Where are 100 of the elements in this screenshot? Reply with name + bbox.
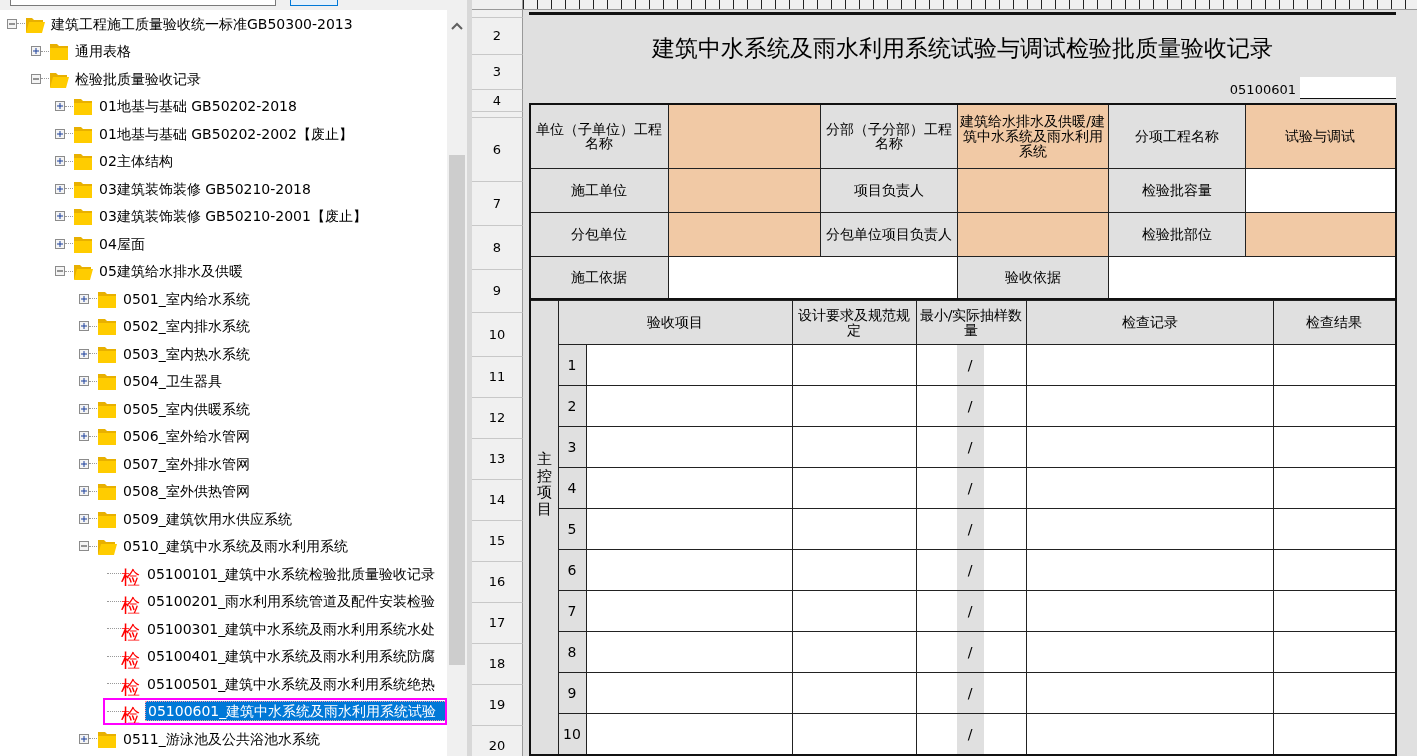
input-cell[interactable] bbox=[1273, 713, 1396, 755]
input-cell[interactable] bbox=[1026, 713, 1273, 755]
expand-icon[interactable] bbox=[79, 403, 89, 414]
collapse-icon[interactable] bbox=[79, 541, 89, 552]
input-cell[interactable] bbox=[586, 344, 792, 386]
collapse-icon[interactable] bbox=[7, 18, 17, 29]
input-cell[interactable] bbox=[1273, 344, 1396, 386]
tree-item[interactable]: 检验批质量验收记录 bbox=[73, 69, 203, 88]
input-cell[interactable] bbox=[586, 385, 792, 427]
expand-icon[interactable] bbox=[79, 733, 89, 744]
scrollbar[interactable] bbox=[447, 10, 467, 756]
tree-item[interactable]: 03建筑装饰装修 GB50210-2018 bbox=[97, 179, 313, 198]
tree-item[interactable]: 0504_卫生器具 bbox=[121, 372, 224, 391]
tree-item[interactable]: 01地基与基础 GB50202-2018 bbox=[97, 97, 299, 116]
input-cell[interactable] bbox=[668, 104, 820, 168]
tree-item[interactable]: 05100101_建筑中水系统检验批质量验收记录 bbox=[145, 564, 438, 583]
field-value[interactable]: 建筑给水排水及供暖/建筑中水系统及雨水利用系统 bbox=[957, 104, 1108, 168]
input-cell[interactable] bbox=[668, 212, 820, 256]
input-cell[interactable] bbox=[668, 256, 957, 299]
expand-icon[interactable] bbox=[55, 211, 65, 222]
tree-item[interactable]: 0510_建筑中水系统及雨水利用系统 bbox=[121, 537, 350, 556]
tree-item[interactable]: 0507_室外排水管网 bbox=[121, 454, 252, 473]
input-cell[interactable] bbox=[792, 385, 916, 427]
tree-item[interactable]: 05100601_建筑中水系统及雨水利用系统试验 bbox=[145, 701, 447, 722]
expand-icon[interactable] bbox=[55, 128, 65, 139]
tree-item[interactable]: 0501_室内给水系统 bbox=[121, 289, 252, 308]
tree-item[interactable]: 建筑工程施工质量验收统一标准GB50300-2013 bbox=[49, 14, 355, 33]
tree-item[interactable]: 03建筑装饰装修 GB50210-2001【废止】 bbox=[97, 207, 369, 226]
input-cell[interactable] bbox=[586, 590, 792, 632]
tree-item[interactable]: 0511_游泳池及公共浴池水系统 bbox=[121, 729, 322, 748]
code-field[interactable] bbox=[1300, 77, 1396, 99]
input-cell[interactable] bbox=[792, 467, 916, 509]
input-cell[interactable] bbox=[1026, 508, 1273, 550]
input-cell[interactable] bbox=[792, 672, 916, 714]
tree-item[interactable]: 通用表格 bbox=[73, 42, 133, 61]
input-cell[interactable] bbox=[1273, 672, 1396, 714]
expand-icon[interactable] bbox=[79, 458, 89, 469]
input-cell[interactable] bbox=[1026, 467, 1273, 509]
collapse-icon[interactable] bbox=[31, 73, 41, 84]
tree-item[interactable]: 05100201_雨水利用系统管道及配件安装检验 bbox=[145, 592, 438, 611]
input-cell[interactable] bbox=[1273, 385, 1396, 427]
input-cell[interactable] bbox=[586, 426, 792, 468]
expand-icon[interactable] bbox=[79, 293, 89, 304]
tree-item[interactable]: 0506_室外给水管网 bbox=[121, 427, 252, 446]
expand-icon[interactable] bbox=[55, 183, 65, 194]
search-button[interactable] bbox=[290, 0, 338, 6]
expand-icon[interactable] bbox=[55, 238, 65, 249]
input-cell[interactable] bbox=[1245, 212, 1396, 256]
input-cell[interactable] bbox=[792, 631, 916, 673]
input-cell[interactable] bbox=[586, 508, 792, 550]
input-cell[interactable] bbox=[1245, 168, 1396, 212]
expand-icon[interactable] bbox=[79, 321, 89, 332]
tree-item[interactable]: 01地基与基础 GB50202-2002【废止】 bbox=[97, 124, 355, 143]
tree-item[interactable]: 0505_室内供暖系统 bbox=[121, 399, 252, 418]
expand-icon[interactable] bbox=[79, 431, 89, 442]
input-cell[interactable] bbox=[1273, 508, 1396, 550]
field-value[interactable]: 试验与调试 bbox=[1245, 104, 1396, 168]
input-cell[interactable] bbox=[1273, 590, 1396, 632]
tree-item[interactable]: 0508_室外供热管网 bbox=[121, 482, 252, 501]
input-cell[interactable] bbox=[1108, 256, 1396, 299]
input-cell[interactable] bbox=[1273, 426, 1396, 468]
input-cell[interactable] bbox=[1026, 385, 1273, 427]
input-cell[interactable] bbox=[792, 590, 916, 632]
input-cell[interactable] bbox=[1026, 590, 1273, 632]
input-cell[interactable] bbox=[1026, 549, 1273, 591]
tree-item[interactable]: 05100301_建筑中水系统及雨水利用系统水处 bbox=[145, 619, 438, 638]
input-cell[interactable] bbox=[1026, 631, 1273, 673]
input-cell[interactable] bbox=[792, 508, 916, 550]
collapse-icon[interactable] bbox=[55, 266, 65, 277]
input-cell[interactable] bbox=[1273, 631, 1396, 673]
input-cell[interactable] bbox=[957, 212, 1108, 256]
tree-item[interactable]: 05100401_建筑中水系统及雨水利用系统防腐 bbox=[145, 647, 438, 666]
input-cell[interactable] bbox=[792, 713, 916, 755]
tree-item[interactable]: 04屋面 bbox=[97, 234, 147, 253]
input-cell[interactable] bbox=[586, 631, 792, 673]
expand-icon[interactable] bbox=[55, 156, 65, 167]
expand-icon[interactable] bbox=[79, 486, 89, 497]
input-cell[interactable] bbox=[792, 426, 916, 468]
input-cell[interactable] bbox=[668, 168, 820, 212]
input-cell[interactable] bbox=[586, 549, 792, 591]
tree-item[interactable]: 0503_室内热水系统 bbox=[121, 344, 252, 363]
input-cell[interactable] bbox=[792, 344, 916, 386]
input-cell[interactable] bbox=[1273, 467, 1396, 509]
input-cell[interactable] bbox=[957, 168, 1108, 212]
input-cell[interactable] bbox=[586, 713, 792, 755]
expand-icon[interactable] bbox=[31, 46, 41, 57]
input-cell[interactable] bbox=[586, 672, 792, 714]
expand-icon[interactable] bbox=[55, 101, 65, 112]
tree-item[interactable]: 02主体结构 bbox=[97, 152, 175, 171]
input-cell[interactable] bbox=[1273, 549, 1396, 591]
scroll-up-icon[interactable] bbox=[451, 22, 463, 30]
tree-item[interactable]: 0502_室内排水系统 bbox=[121, 317, 252, 336]
expand-icon[interactable] bbox=[79, 348, 89, 359]
input-cell[interactable] bbox=[586, 467, 792, 509]
input-cell[interactable] bbox=[1026, 672, 1273, 714]
search-field[interactable] bbox=[10, 0, 276, 6]
expand-icon[interactable] bbox=[79, 513, 89, 524]
tree-item[interactable]: 05100501_建筑中水系统及雨水利用系统绝热 bbox=[145, 674, 438, 693]
input-cell[interactable] bbox=[1026, 344, 1273, 386]
tree-item[interactable]: 05建筑给水排水及供暖 bbox=[97, 262, 245, 281]
